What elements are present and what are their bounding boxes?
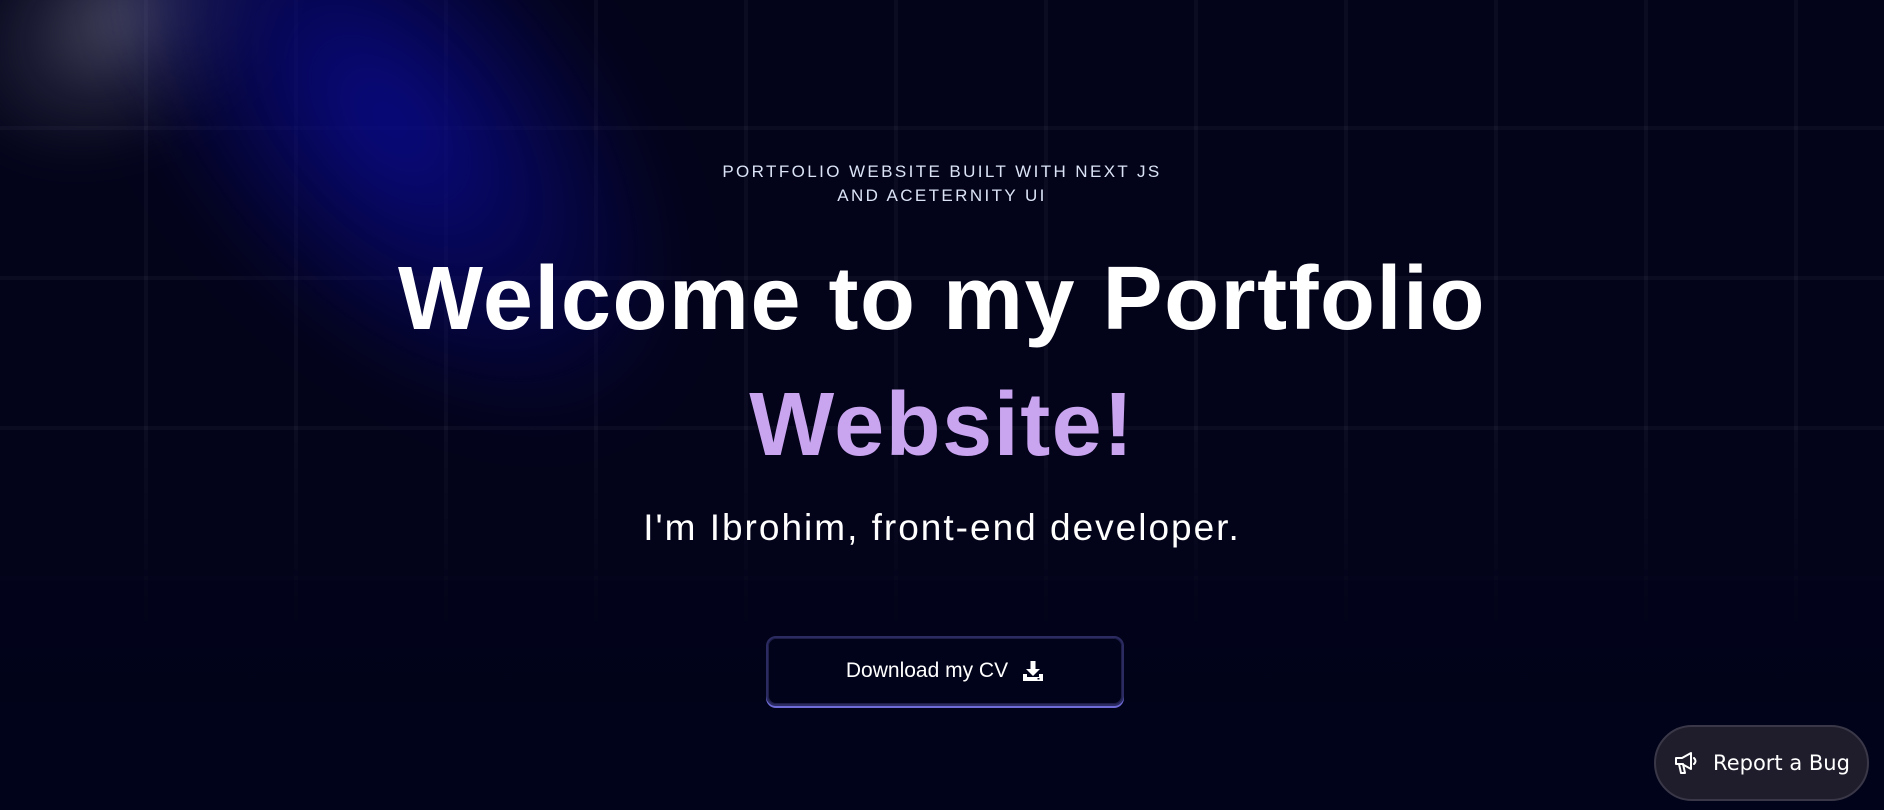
headline-main: Welcome to my Portfolio (398, 249, 1486, 349)
report-bug-button[interactable]: Report a Bug (1654, 725, 1869, 801)
hero-section: PORTFOLIO WEBSITE BUILT WITH NEXT JS AND… (0, 0, 1884, 810)
megaphone-icon (1673, 749, 1701, 777)
download-cv-button[interactable]: Download my CV (766, 636, 1124, 706)
tagline-line-2: AND ACETERNITY UI (837, 186, 1047, 205)
report-bug-label: Report a Bug (1713, 751, 1850, 775)
download-cv-label: Download my CV (845, 659, 1009, 682)
hero-subline: I'm Ibrohim, front-end developer. (643, 507, 1241, 548)
download-icon (1022, 660, 1044, 682)
headline-accent: Website! (749, 375, 1135, 475)
tagline-line-1: PORTFOLIO WEBSITE BUILT WITH NEXT JS (722, 162, 1162, 181)
hero-tagline: PORTFOLIO WEBSITE BUILT WITH NEXT JS AND… (642, 160, 1242, 208)
hero-headline: Welcome to my Portfolio Website! (242, 236, 1642, 488)
